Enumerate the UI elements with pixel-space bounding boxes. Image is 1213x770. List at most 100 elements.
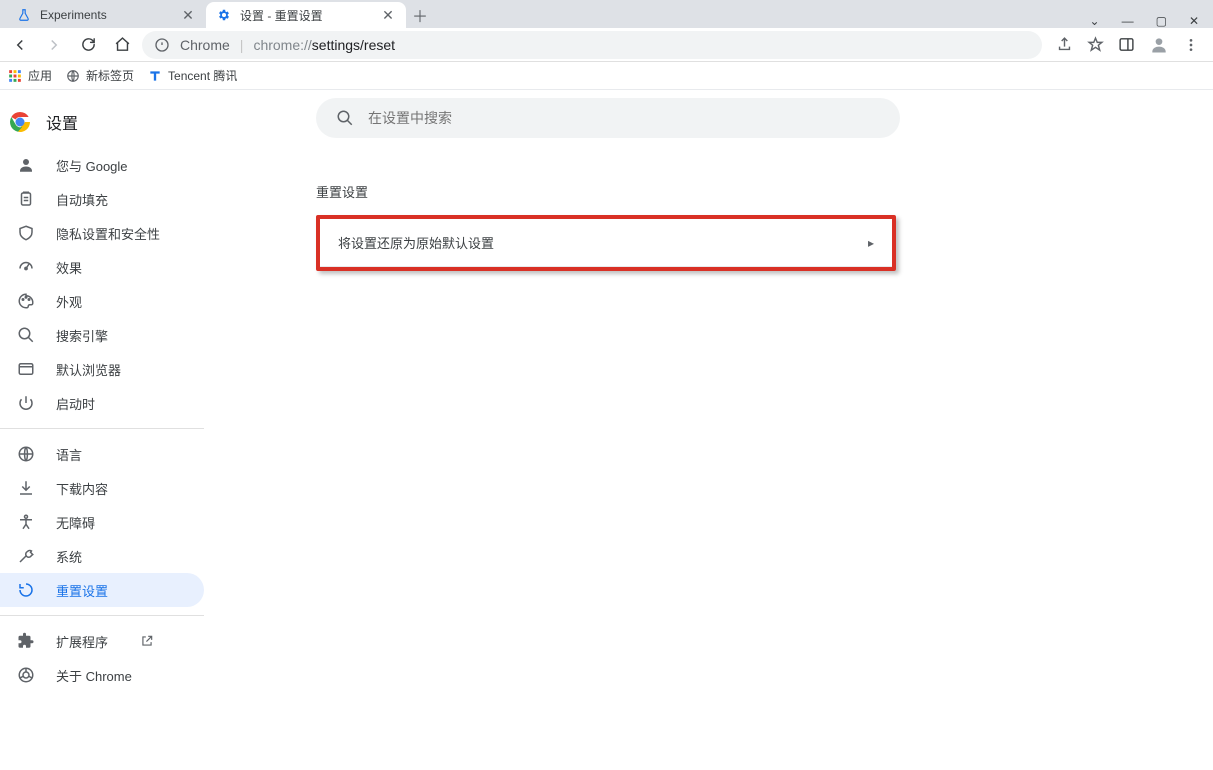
side-panel-icon[interactable] bbox=[1118, 36, 1135, 53]
sidebar-item-power[interactable]: 启动时 bbox=[0, 386, 204, 420]
bookmark-tencent[interactable]: Tencent 腾讯 bbox=[148, 67, 237, 84]
wrench-icon bbox=[16, 547, 36, 565]
menu-icon[interactable] bbox=[1183, 37, 1199, 53]
chrome-icon bbox=[16, 666, 36, 684]
sidebar-item-label: 系统 bbox=[56, 547, 82, 566]
sidebar-item-label: 扩展程序 bbox=[56, 632, 108, 651]
browser-toolbar: Chrome | chrome://settings/reset bbox=[0, 28, 1213, 62]
new-tab-button[interactable]: ＋ bbox=[406, 2, 434, 28]
reset-settings-card: 将设置还原为原始默认设置 ▸ bbox=[316, 215, 896, 271]
download-icon bbox=[16, 479, 36, 497]
sidebar-item-label: 您与 Google bbox=[56, 156, 128, 175]
settings-sidebar: 设置 您与 Google 自动填充隐私设置和安全性效果外观搜索引擎默认浏览器启动时… bbox=[0, 90, 256, 770]
reset-icon bbox=[16, 581, 36, 599]
person-icon bbox=[16, 156, 36, 174]
bookmark-label: Tencent 腾讯 bbox=[168, 67, 237, 84]
sidebar-divider bbox=[0, 428, 204, 429]
settings-main: 重置设置 将设置还原为原始默认设置 ▸ bbox=[256, 90, 1213, 770]
chevron-down-icon[interactable]: ⌄ bbox=[1090, 14, 1100, 28]
search-input[interactable] bbox=[368, 110, 880, 126]
sidebar-divider bbox=[0, 615, 204, 616]
sidebar-item-chrome[interactable]: 关于 Chrome bbox=[0, 658, 204, 692]
palette-icon bbox=[16, 292, 36, 310]
close-icon[interactable]: ✕ bbox=[380, 7, 396, 23]
sidebar-item-reset[interactable]: 重置设置 bbox=[0, 573, 204, 607]
sidebar-item-label: 下载内容 bbox=[56, 479, 108, 498]
search-icon bbox=[336, 109, 354, 127]
url-separator: | bbox=[240, 37, 244, 53]
sidebar-item-label: 搜索引擎 bbox=[56, 326, 108, 345]
shield-icon bbox=[16, 224, 36, 242]
sidebar-item-search[interactable]: 搜索引擎 bbox=[0, 318, 204, 352]
tencent-icon bbox=[148, 69, 162, 83]
chrome-icon bbox=[8, 110, 32, 134]
sidebar-item-person[interactable]: 您与 Google bbox=[0, 148, 204, 182]
url-text: chrome://settings/reset bbox=[253, 37, 395, 53]
reset-to-default-row[interactable]: 将设置还原为原始默认设置 ▸ bbox=[320, 219, 892, 267]
back-button[interactable] bbox=[6, 31, 34, 59]
clipboard-icon bbox=[16, 190, 36, 208]
address-bar[interactable]: Chrome | chrome://settings/reset bbox=[142, 31, 1042, 59]
tab-label: 设置 - 重置设置 bbox=[240, 7, 372, 24]
sidebar-item-palette[interactable]: 外观 bbox=[0, 284, 204, 318]
sidebar-item-label: 重置设置 bbox=[56, 581, 108, 600]
external-link-icon bbox=[140, 634, 154, 648]
sidebar-item-download[interactable]: 下载内容 bbox=[0, 471, 204, 505]
sidebar-item-accessibility[interactable]: 无障碍 bbox=[0, 505, 204, 539]
bookmark-label: 应用 bbox=[28, 67, 52, 84]
power-icon bbox=[16, 394, 36, 412]
reload-button[interactable] bbox=[74, 31, 102, 59]
profile-icon[interactable] bbox=[1149, 35, 1169, 55]
bookmark-newtab[interactable]: 新标签页 bbox=[66, 67, 134, 84]
sidebar-item-label: 启动时 bbox=[56, 394, 95, 413]
sidebar-item-browser[interactable]: 默认浏览器 bbox=[0, 352, 204, 386]
globe-icon bbox=[66, 69, 80, 83]
settings-page: 设置 您与 Google 自动填充隐私设置和安全性效果外观搜索引擎默认浏览器启动时… bbox=[0, 90, 1213, 770]
sidebar-item-shield[interactable]: 隐私设置和安全性 bbox=[0, 216, 204, 250]
sidebar-item-speed[interactable]: 效果 bbox=[0, 250, 204, 284]
sidebar-item-label: 外观 bbox=[56, 292, 82, 311]
bookmark-label: 新标签页 bbox=[86, 67, 134, 84]
sidebar-item-label: 关于 Chrome bbox=[56, 666, 132, 685]
share-icon[interactable] bbox=[1056, 36, 1073, 53]
globe-icon bbox=[16, 445, 36, 463]
sidebar-item-label: 语言 bbox=[56, 445, 82, 464]
page-title: 设置 bbox=[46, 110, 78, 134]
sidebar-item-label: 自动填充 bbox=[56, 190, 108, 209]
speed-icon bbox=[16, 258, 36, 276]
sidebar-item-clipboard[interactable]: 自动填充 bbox=[0, 182, 204, 216]
bookmark-apps[interactable]: 应用 bbox=[8, 67, 52, 84]
minimize-button[interactable]: — bbox=[1122, 14, 1134, 28]
sidebar-item-label: 效果 bbox=[56, 258, 82, 277]
close-icon[interactable]: ✕ bbox=[180, 7, 196, 23]
sidebar-item-label: 默认浏览器 bbox=[56, 360, 121, 379]
url-host: Chrome bbox=[180, 37, 230, 53]
extension-icon bbox=[16, 632, 36, 650]
tab-settings-reset[interactable]: 设置 - 重置设置 ✕ bbox=[206, 2, 406, 28]
sidebar-item-label: 隐私设置和安全性 bbox=[56, 224, 160, 243]
search-icon bbox=[16, 326, 36, 344]
maximize-button[interactable]: ▢ bbox=[1156, 14, 1167, 28]
reset-row-label: 将设置还原为原始默认设置 bbox=[338, 233, 494, 252]
tab-strip: Experiments ✕ 设置 - 重置设置 ✕ ＋ ⌄ — ▢ ✕ bbox=[0, 0, 1213, 28]
browser-icon bbox=[16, 360, 36, 378]
bookmark-star-icon[interactable] bbox=[1087, 36, 1104, 53]
forward-button[interactable] bbox=[40, 31, 68, 59]
sidebar-item-extension[interactable]: 扩展程序 bbox=[0, 624, 204, 658]
settings-search[interactable] bbox=[316, 98, 900, 138]
chevron-right-icon: ▸ bbox=[868, 236, 874, 250]
tab-label: Experiments bbox=[40, 8, 172, 22]
tab-experiments[interactable]: Experiments ✕ bbox=[6, 2, 206, 28]
flask-icon bbox=[16, 7, 32, 23]
bookmarks-bar: 应用 新标签页 Tencent 腾讯 bbox=[0, 62, 1213, 90]
sidebar-item-wrench[interactable]: 系统 bbox=[0, 539, 204, 573]
apps-icon bbox=[8, 69, 22, 83]
site-info-icon[interactable] bbox=[154, 37, 170, 53]
window-close-button[interactable]: ✕ bbox=[1189, 14, 1199, 28]
accessibility-icon bbox=[16, 513, 36, 531]
section-title: 重置设置 bbox=[316, 182, 368, 201]
home-button[interactable] bbox=[108, 31, 136, 59]
sidebar-item-globe[interactable]: 语言 bbox=[0, 437, 204, 471]
gear-icon bbox=[216, 7, 232, 23]
sidebar-item-label: 无障碍 bbox=[56, 513, 95, 532]
